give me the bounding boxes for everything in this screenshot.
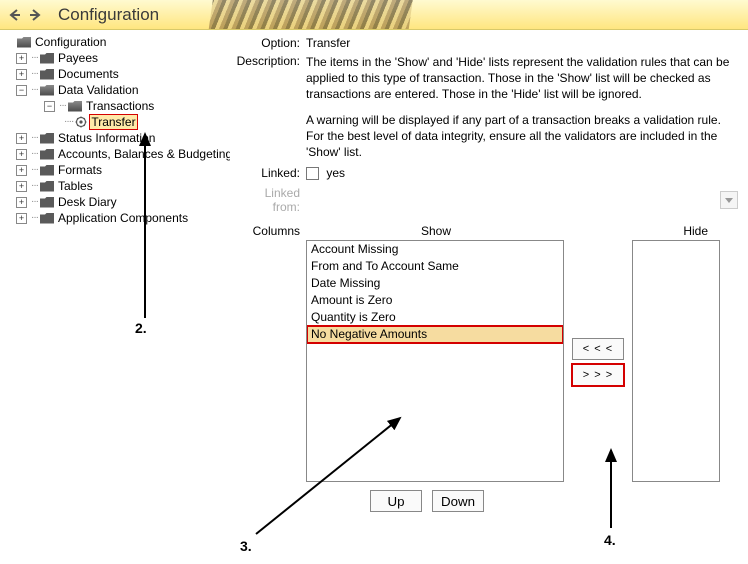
folder-icon [40, 197, 54, 208]
linkedfrom-label: Linked from: [234, 186, 306, 214]
header-art [206, 0, 414, 30]
linked-value: yes [306, 166, 738, 180]
tree-item-deskdiary[interactable]: + ··· Desk Diary [2, 194, 228, 210]
description-p1: The items in the 'Show' and 'Hide' lists… [306, 54, 730, 102]
nav-tree: Configuration + ··· Payees + ··· Documen… [0, 30, 230, 564]
tree-item-label: Transfer [89, 114, 137, 130]
expand-icon[interactable]: + [16, 197, 27, 208]
expand-icon[interactable]: + [16, 69, 27, 80]
description-label: Description: [234, 54, 306, 160]
tree-item-tables[interactable]: + ··· Tables [2, 178, 228, 194]
show-column-header: Show [306, 224, 566, 238]
expand-icon[interactable]: + [16, 181, 27, 192]
option-label: Option: [234, 36, 306, 50]
linkedfrom-dropdown[interactable] [720, 191, 738, 209]
up-button[interactable]: Up [370, 490, 422, 512]
columns-label: Columns [234, 224, 306, 238]
move-buttons: < < < > > > [572, 338, 624, 386]
tree-item-transactions[interactable]: − ··· Transactions [2, 98, 228, 114]
tree-item-appcomponents[interactable]: + ··· Application Components [2, 210, 228, 226]
annotation-2: 2. [135, 320, 147, 336]
list-item[interactable]: From and To Account Same [307, 258, 563, 275]
annotation-4: 4. [604, 532, 616, 548]
linked-yes-text: yes [326, 166, 345, 180]
folder-icon [40, 149, 54, 160]
tree-item-payees[interactable]: + ··· Payees [2, 50, 228, 66]
tree-item-datavalidation[interactable]: − ··· Data Validation [2, 82, 228, 98]
folder-open-icon [17, 37, 31, 48]
expand-icon[interactable]: + [16, 133, 27, 144]
tree-item-documents[interactable]: + ··· Documents [2, 66, 228, 82]
expand-icon[interactable]: + [16, 165, 27, 176]
option-value: Transfer [306, 36, 738, 50]
tree-root[interactable]: Configuration [2, 34, 228, 50]
tree-item-transfer[interactable]: ···· Transfer [2, 114, 228, 130]
header-bar: Configuration [0, 0, 748, 30]
tree-item-statusinfo[interactable]: + ··· Status Information [2, 130, 228, 146]
tree-item-formats[interactable]: + ··· Formats [2, 162, 228, 178]
collapse-icon[interactable]: − [44, 101, 55, 112]
list-item[interactable]: Date Missing [307, 275, 563, 292]
show-listbox[interactable]: Account Missing From and To Account Same… [306, 240, 564, 482]
move-in-button[interactable]: < < < [572, 338, 624, 360]
nav-forward-icon[interactable] [26, 6, 44, 24]
folder-icon [40, 69, 54, 80]
collapse-icon[interactable]: − [16, 85, 27, 96]
linked-label: Linked: [234, 166, 306, 180]
list-item[interactable]: Amount is Zero [307, 292, 563, 309]
folder-open-icon [68, 101, 82, 112]
expand-icon[interactable]: + [16, 53, 27, 64]
folder-icon [40, 181, 54, 192]
linked-checkbox[interactable] [306, 167, 319, 180]
annotation-3: 3. [240, 538, 252, 554]
list-item-selected[interactable]: No Negative Amounts [307, 326, 563, 343]
down-button[interactable]: Down [432, 490, 484, 512]
detail-pane: Option: Transfer Description: The items … [230, 30, 748, 564]
folder-icon [40, 165, 54, 176]
expand-icon[interactable]: + [16, 213, 27, 224]
nav-back-icon[interactable] [6, 6, 24, 24]
expand-icon[interactable]: + [16, 149, 27, 160]
page-title: Configuration [58, 5, 159, 25]
folder-icon [40, 133, 54, 144]
hide-column-header: Hide [683, 224, 708, 238]
folder-open-icon [40, 85, 54, 96]
move-out-button[interactable]: > > > [572, 364, 624, 386]
list-item[interactable]: Account Missing [307, 241, 563, 258]
folder-icon [40, 53, 54, 64]
gear-icon [75, 116, 87, 128]
tree-item-accounts[interactable]: + ··· Accounts, Balances & Budgeting [2, 146, 228, 162]
description-p2: A warning will be displayed if any part … [306, 112, 730, 160]
list-item[interactable]: Quantity is Zero [307, 309, 563, 326]
hide-listbox[interactable] [632, 240, 720, 482]
folder-icon [40, 213, 54, 224]
description-text: The items in the 'Show' and 'Hide' lists… [306, 54, 738, 160]
